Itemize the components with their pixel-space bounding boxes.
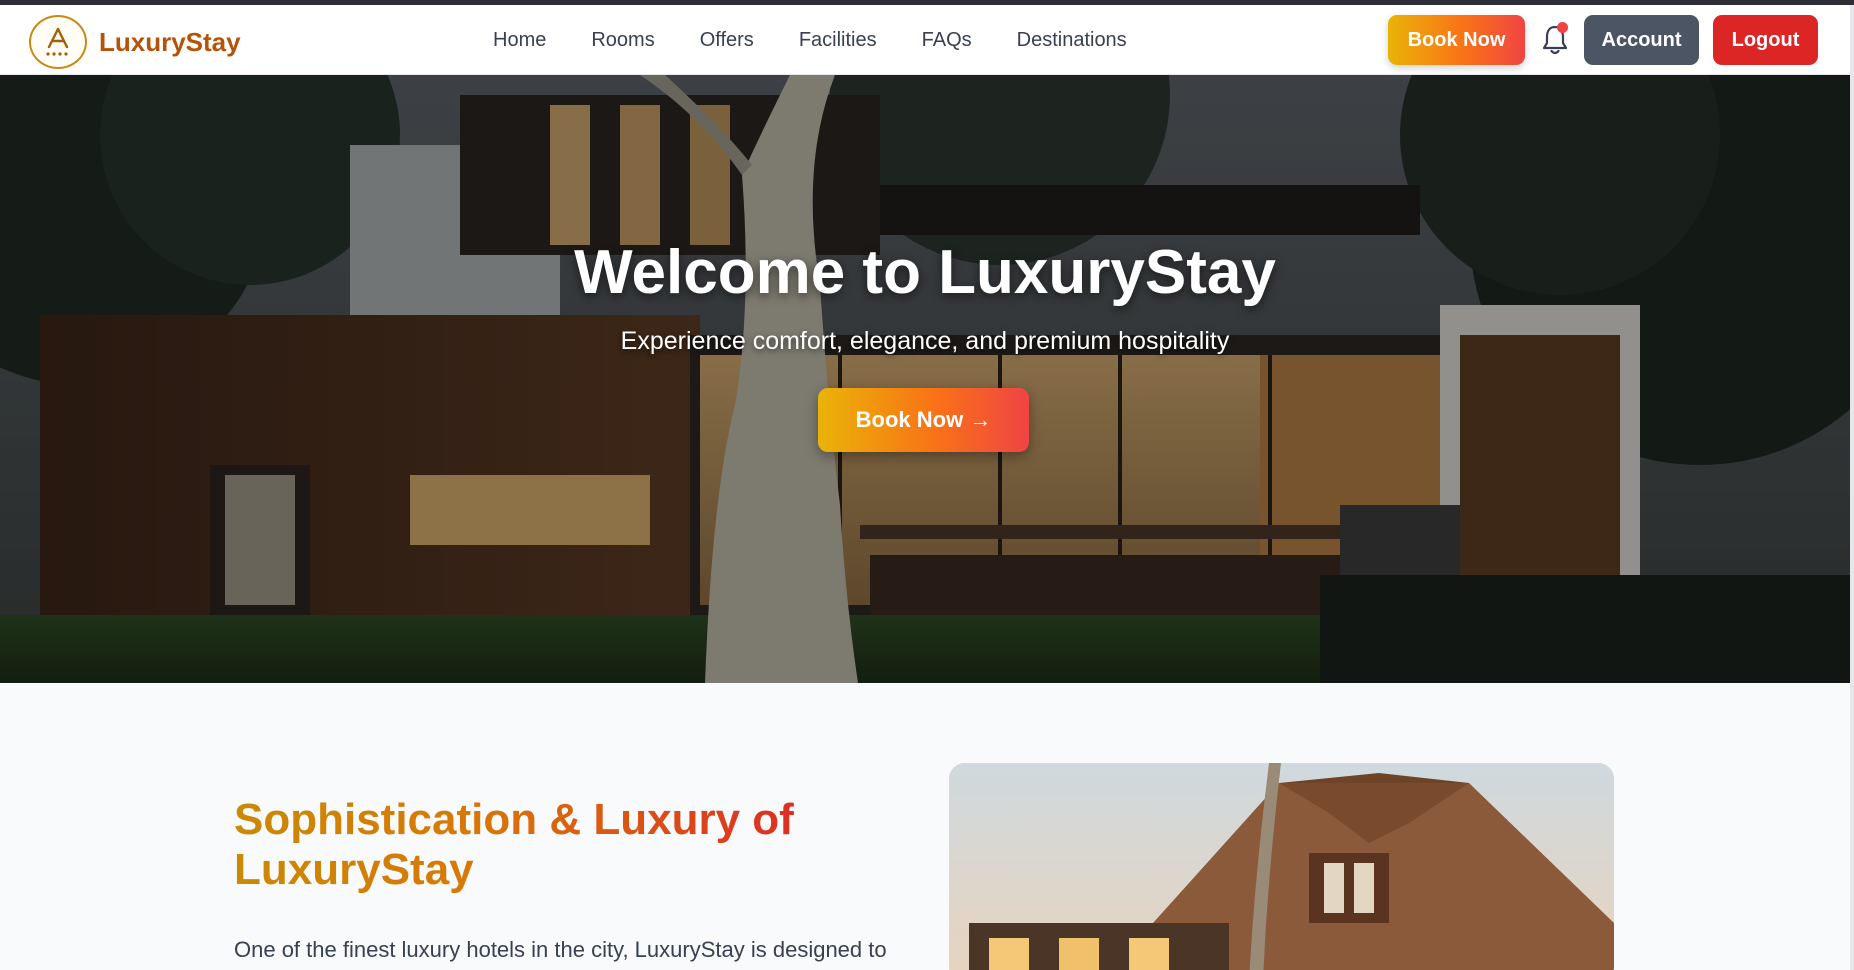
account-button[interactable]: Account: [1584, 15, 1699, 65]
navbar: LuxuryStay Home Rooms Offers Facilities …: [0, 5, 1850, 75]
brand[interactable]: LuxuryStay: [29, 15, 241, 69]
nav-link-destinations[interactable]: Destinations: [1017, 29, 1127, 52]
main-nav: Home Rooms Offers Facilities FAQs Destin…: [493, 5, 1127, 75]
logout-button[interactable]: Logout: [1713, 15, 1818, 65]
nav-link-faqs[interactable]: FAQs: [922, 29, 972, 52]
page-viewport: LuxuryStay Home Rooms Offers Facilities …: [0, 5, 1850, 970]
brand-name: LuxuryStay: [99, 26, 241, 57]
hero-section: Welcome to LuxuryStay Experience comfort…: [0, 75, 1850, 683]
hero-book-now-button[interactable]: Book Now →: [818, 388, 1029, 452]
hero-title: Welcome to LuxuryStay: [574, 238, 1276, 307]
about-image: [949, 763, 1614, 970]
hotel-crest-logo-icon: [29, 15, 87, 69]
hero-content: Welcome to LuxuryStay Experience comfort…: [0, 75, 1850, 683]
about-title: Sophistication & Luxury of LuxuryStay: [234, 795, 834, 895]
book-now-button[interactable]: Book Now: [1388, 15, 1525, 65]
nav-link-offers[interactable]: Offers: [700, 29, 754, 52]
nav-link-home[interactable]: Home: [493, 29, 546, 52]
about-text: One of the finest luxury hotels in the c…: [234, 937, 887, 962]
nav-link-rooms[interactable]: Rooms: [591, 29, 654, 52]
notification-badge: [1557, 22, 1568, 33]
hero-subtitle: Experience comfort, elegance, and premiu…: [620, 327, 1230, 355]
vertical-scrollbar[interactable]: [1850, 5, 1854, 970]
nav-link-facilities[interactable]: Facilities: [799, 29, 877, 52]
